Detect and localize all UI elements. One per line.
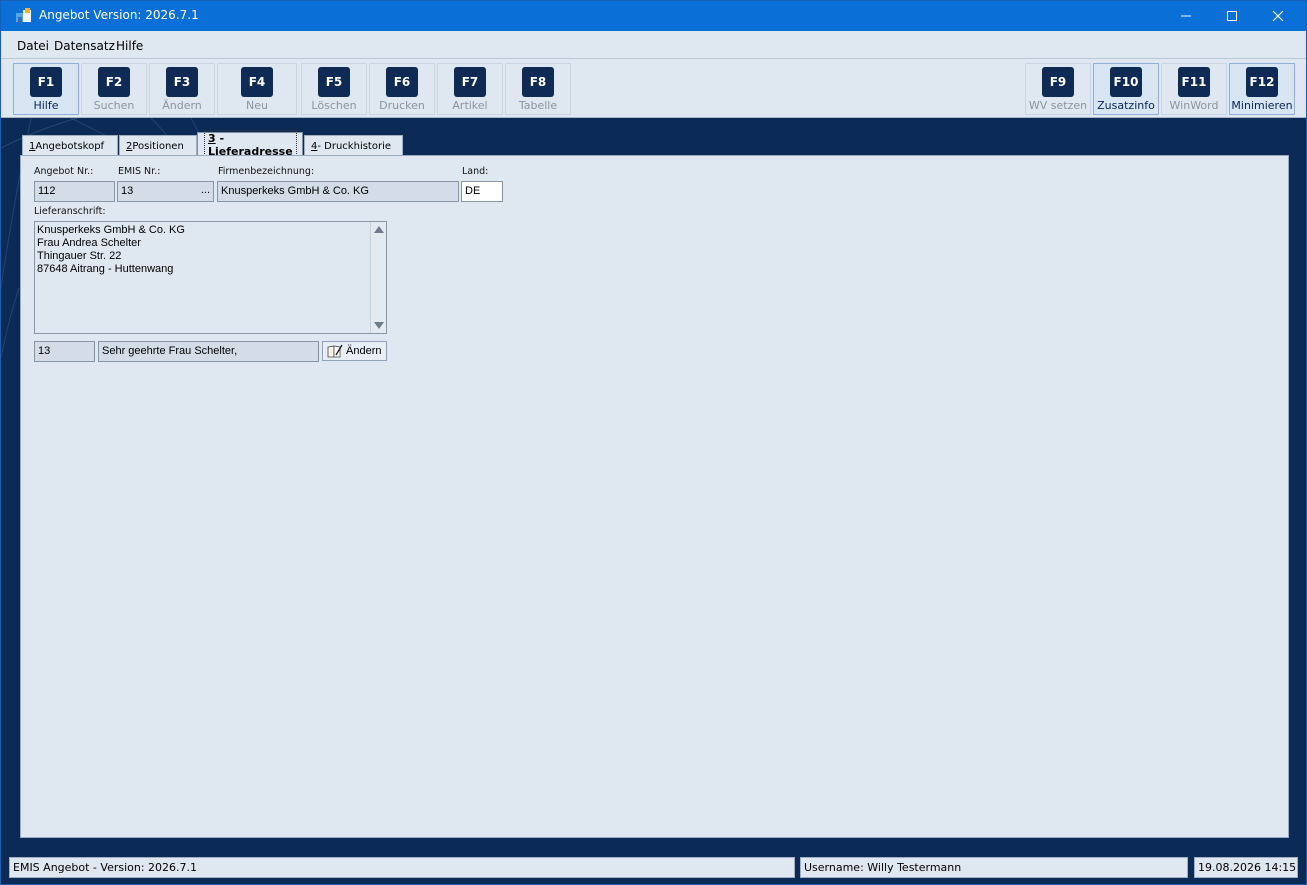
wv-setzen-label: WV setzen [1028,99,1088,112]
f3-key-icon: F3 [166,67,198,97]
menu-hilfe[interactable]: Hilfe [116,39,143,53]
neu-button[interactable]: F4 Neu [217,63,297,115]
status-datetime: 19.08.2026 14:15 [1194,857,1298,878]
zusatzinfo-label: Zusatzinfo [1097,99,1155,112]
minimieren-button[interactable]: F12 Minimieren [1229,63,1295,115]
emis-nr-value: 13 [121,185,134,197]
f9-key-icon: F9 [1042,67,1074,97]
anrede-value: Sehr geehrte Frau Schelter, [102,345,238,357]
aendern-toolbar-button[interactable]: F3 Ändern [149,63,215,115]
loeschen-label: Löschen [311,99,357,112]
angebot-nr-label: Angebot Nr.: [34,166,94,177]
tab-lieferadresse-num: 3 [208,131,216,145]
tab-positionen-label: Positionen [132,140,184,152]
f1-key-icon: F1 [30,67,62,97]
menu-datensatz[interactable]: Datensatz [54,39,115,53]
wv-setzen-button[interactable]: F9 WV setzen [1025,63,1091,115]
edit-book-icon [327,344,343,358]
suchen-label: Suchen [93,99,135,112]
winword-label: WinWord [1169,99,1219,112]
app-window: Angebot Version: 2026.7.1 Datei Datensat… [0,0,1307,885]
tab-druckhistorie-label: - Druckhistorie [317,140,392,152]
angebot-nr-field[interactable]: 112 [34,181,115,202]
lieferanschrift-textarea[interactable]: Knusperkeks GmbH & Co. KG Frau Andrea Sc… [34,221,387,334]
menu-bar: Datei Datensatz Hilfe [1,31,1306,59]
emis-nr-label: EMIS Nr.: [118,166,161,177]
tab-lieferadresse[interactable]: 3 - Lieferadresse [197,129,303,160]
firmenbezeichnung-label: Firmenbezeichnung: [218,166,315,177]
close-button[interactable] [1255,1,1301,31]
hilfe-label: Hilfe [33,99,59,112]
firmenbezeichnung-field[interactable]: Knusperkeks GmbH & Co. KG [217,181,459,202]
zusatzinfo-button[interactable]: F10 Zusatzinfo [1093,63,1159,115]
lieferanschrift-label: Lieferanschrift: [34,206,106,217]
f12-key-icon: F12 [1246,67,1278,97]
anrede-nr-value: 13 [38,345,51,357]
hilfe-button[interactable]: F1 Hilfe [13,63,79,115]
tab-positionen[interactable]: 2 Positionen [119,135,197,156]
maximize-button[interactable] [1209,1,1255,31]
f7-key-icon: F7 [454,67,486,97]
aendern-label: Ändern [162,99,202,112]
tab-druckhistorie[interactable]: 4 - Druckhistorie [304,135,403,156]
scroll-down-icon[interactable] [374,322,384,329]
tab-angebotskopf[interactable]: 1 Angebotskopf [22,135,118,156]
winword-button[interactable]: F11 WinWord [1161,63,1227,115]
f10-key-icon: F10 [1110,67,1142,97]
f11-key-icon: F11 [1178,67,1210,97]
app-icon [16,8,31,23]
f5-key-icon: F5 [318,67,350,97]
land-label: Land: [462,166,489,177]
anrede-nr-field[interactable]: 13 [34,341,95,362]
emis-nr-lookup-button[interactable]: ... [201,184,210,196]
suchen-button[interactable]: F2 Suchen [81,63,147,115]
aendern-anrede-label: Ändern [346,345,382,357]
tabelle-label: Tabelle [518,99,558,112]
drucken-button[interactable]: F6 Drucken [369,63,435,115]
emis-nr-field[interactable]: 13 ... [117,181,214,202]
tab-lieferadresse-label: - Lieferadresse [208,131,293,158]
minimieren-label: Minimieren [1231,99,1293,112]
f4-key-icon: F4 [241,67,273,97]
f8-key-icon: F8 [522,67,554,97]
loeschen-button[interactable]: F5 Löschen [301,63,367,115]
lieferanschrift-line: 87648 Aitrang - Huttenwang [37,263,174,275]
close-icon [1272,10,1284,22]
lieferanschrift-line: Thingauer Str. 22 [37,250,122,262]
status-bar: EMIS Angebot - Version: 2026.7.1 Usernam… [1,855,1306,884]
f2-key-icon: F2 [98,67,130,97]
angebot-nr-value: 112 [38,185,56,197]
land-field[interactable]: DE [461,181,503,202]
drucken-label: Drucken [379,99,425,112]
tab-angebotskopf-label: Angebotskopf [35,140,105,152]
status-version: EMIS Angebot - Version: 2026.7.1 [9,857,795,878]
window-title: Angebot Version: 2026.7.1 [39,8,199,22]
lieferanschrift-line: Knusperkeks GmbH & Co. KG [37,224,185,236]
tabelle-button[interactable]: F8 Tabelle [505,63,571,115]
lieferanschrift-line: Frau Andrea Schelter [37,237,141,249]
toolbar: F1 Hilfe F2 Suchen F3 Ändern F4 Neu F5 L… [1,59,1306,118]
minimize-button[interactable] [1163,1,1209,31]
title-bar[interactable]: Angebot Version: 2026.7.1 [1,1,1306,31]
artikel-button[interactable]: F7 Artikel [437,63,503,115]
scroll-up-icon[interactable] [374,226,384,233]
f6-key-icon: F6 [386,67,418,97]
anrede-field[interactable]: Sehr geehrte Frau Schelter, [98,341,319,362]
aendern-anrede-button[interactable]: Ändern [322,341,387,361]
menu-datei[interactable]: Datei [17,39,49,53]
neu-label: Neu [246,99,268,112]
land-value: DE [465,185,481,197]
lieferanschrift-scrollbar[interactable] [370,222,386,333]
minimize-icon [1181,15,1191,17]
artikel-label: Artikel [452,99,488,112]
maximize-icon [1227,11,1237,21]
status-user: Username: Willy Testermann [800,857,1188,878]
firmenbezeichnung-value: Knusperkeks GmbH & Co. KG [221,185,369,197]
